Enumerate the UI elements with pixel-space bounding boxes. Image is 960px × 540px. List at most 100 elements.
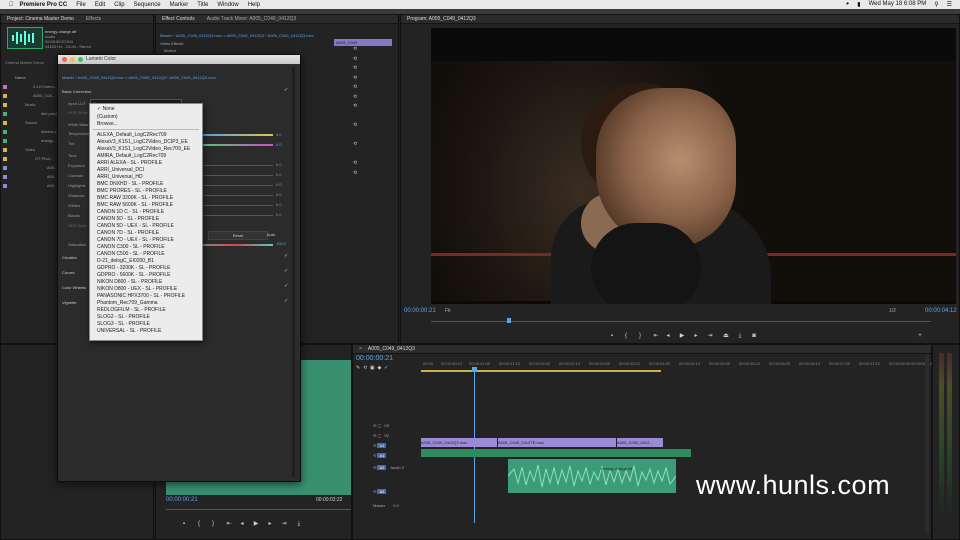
keyframe-reset-column[interactable]: ⟲ ⟲ ⟲ ⟲ ⟲ ⟲ ⟲ ⟲ ⟲ ⟲ ⟲ xyxy=(353,45,359,185)
lut-option[interactable]: CANON 5D - SL - PROFILE xyxy=(97,216,159,222)
menu-sequence[interactable]: Sequence xyxy=(134,2,161,8)
source-marker-button[interactable]: ▪ xyxy=(181,521,187,527)
lut-option-none[interactable]: ✓ None xyxy=(97,106,115,112)
menu-list-icon[interactable]: ☰ xyxy=(947,1,952,8)
lut-option[interactable]: BMC PRORES - SL - PROFILE xyxy=(97,188,167,194)
add-button[interactable]: + xyxy=(917,333,923,339)
lut-option[interactable]: CANON C300 - SL - PROFILE xyxy=(97,244,165,250)
program-timecode-out[interactable]: 00:00:04:12 xyxy=(925,308,957,314)
menu-app[interactable]: Premiere Pro CC xyxy=(20,2,68,8)
close-window-icon[interactable] xyxy=(62,57,67,62)
source-go-out-button[interactable]: ⇥ xyxy=(281,521,287,527)
tab-audio-track-mixer[interactable]: Audio Track Mixer: A005_C049_0412Q3 xyxy=(201,16,303,22)
menu-edit[interactable]: Edit xyxy=(95,2,105,8)
go-to-out-button[interactable]: ⇥ xyxy=(707,333,713,339)
step-forward-button[interactable]: ▸ xyxy=(693,333,699,339)
menu-help[interactable]: Help xyxy=(248,2,260,8)
lut-option[interactable]: ALEXA_Default_LogC2Rec709 xyxy=(97,132,167,138)
track-v1[interactable]: ⟲ V1 xyxy=(353,441,419,450)
lut-option[interactable]: Phantom_Rec709_Gamma xyxy=(97,300,158,306)
step-back-button[interactable]: ◂ xyxy=(665,333,671,339)
basic-correction-header[interactable]: Basic Correction xyxy=(62,89,91,94)
track-v2[interactable]: ⟲ ▢ V2 xyxy=(353,431,419,440)
work-area-bar[interactable] xyxy=(421,370,661,372)
lut-option[interactable]: D-21_delogC_EI0200_B1 xyxy=(97,258,154,264)
exposure-slider[interactable] xyxy=(201,165,273,166)
apple-icon[interactable]:  xyxy=(9,2,14,8)
tab-sequence[interactable]: A005_C049_0412Q3 xyxy=(368,346,421,352)
lift-button[interactable]: ⏏ xyxy=(723,333,729,339)
add-marker-button[interactable]: ▪ xyxy=(609,333,615,339)
play-button[interactable]: ▶ xyxy=(679,333,685,339)
creative-checkbox[interactable]: ✓ xyxy=(284,253,288,259)
tab-program[interactable]: Program: A005_C049_0412Q3 xyxy=(401,16,482,22)
lut-option[interactable]: PANASONIC HPX3700 - SL - PROFILE xyxy=(97,293,185,299)
fit-dropdown[interactable]: Fit xyxy=(445,308,451,314)
lut-option[interactable]: GDPRO - 5600K - SL - PROFILE xyxy=(97,272,170,278)
whites-value[interactable]: 0.0 xyxy=(276,202,282,207)
source-step-back-button[interactable]: ◂ xyxy=(239,521,245,527)
menu-window[interactable]: Window xyxy=(217,2,238,8)
curves-header[interactable]: Curves xyxy=(62,270,75,275)
lut-option[interactable]: AlexaV3_K1S1_LogC2Video_DCIP3_EE xyxy=(97,139,188,145)
temperature-value[interactable]: 0.0 xyxy=(276,132,282,137)
source-step-forward-button[interactable]: ▸ xyxy=(267,521,273,527)
timeline-tools[interactable]: ✎ ⟲ ▣ ◆ ✓ xyxy=(356,365,388,371)
menu-title[interactable]: Title xyxy=(197,2,208,8)
exposure-value[interactable]: 0.0 xyxy=(276,162,282,167)
lut-option[interactable]: CANON 1D C - SL - PROFILE xyxy=(97,209,164,215)
shadows-slider[interactable] xyxy=(201,195,273,196)
lumetri-titlebar[interactable]: Lumetri Color xyxy=(58,55,300,64)
tint-value[interactable]: 0.0 xyxy=(276,142,282,147)
blacks-value[interactable]: 0.0 xyxy=(276,212,282,217)
lut-option[interactable]: UNIVERSAL - SL - PROFILE xyxy=(97,328,161,334)
source-timecode-out[interactable]: 00:00:03:22 xyxy=(316,497,342,503)
track-master[interactable]: Master 0.0 xyxy=(353,501,419,510)
curves-checkbox[interactable]: ✓ xyxy=(284,268,288,274)
lut-option[interactable]: BMC RAW 5600K - SL - PROFILE xyxy=(97,202,173,208)
source-play-button[interactable]: ▶ xyxy=(253,521,259,527)
lut-option[interactable]: SLOG2 - SL - PROFILE xyxy=(97,314,150,320)
lut-option[interactable]: CANON 7D - SL - PROFILE xyxy=(97,230,159,236)
lut-option[interactable]: AlexaV3_K1S1_LogC2Video_Rec709_EE xyxy=(97,146,190,152)
audio-clip-thumbnail[interactable] xyxy=(7,27,43,49)
source-insert-button[interactable]: ⤓ xyxy=(296,521,302,527)
track-a2[interactable]: ⟲ A2 Audio 2 xyxy=(353,463,419,472)
track-a3[interactable]: ⟲ A3 xyxy=(353,487,419,496)
timeline-scrollbar[interactable] xyxy=(925,355,929,533)
lut-option[interactable]: Browse... xyxy=(97,121,118,127)
creative-header[interactable]: Creative xyxy=(62,255,77,260)
basic-correction-checkbox[interactable]: ✓ xyxy=(284,87,288,93)
source-mark-in-button[interactable]: { xyxy=(196,521,202,527)
source-timecode-in[interactable]: 00:00:00:21 xyxy=(166,497,198,503)
program-video-frame[interactable] xyxy=(431,28,956,304)
lut-option[interactable]: BMC RAW 3200K - SL - PROFILE xyxy=(97,195,173,201)
export-frame-button[interactable]: ◙ xyxy=(751,333,757,339)
program-timecode-in[interactable]: 00:00:00:21 xyxy=(404,308,436,314)
whites-slider[interactable] xyxy=(201,205,273,206)
lut-option[interactable]: CANON 7D - UEX - SL - PROFILE xyxy=(97,237,174,243)
video-clip-3[interactable]: A005_C050_0412... xyxy=(617,438,663,447)
lut-option[interactable]: ARRI_Universal_HD xyxy=(97,174,143,180)
audio-clip-a2[interactable] xyxy=(508,459,676,493)
battery-icon[interactable]: ▮ xyxy=(857,1,860,8)
source-go-in-button[interactable]: ⇤ xyxy=(226,521,232,527)
source-scrubber[interactable] xyxy=(166,509,351,510)
tab-effects[interactable]: Effects xyxy=(80,16,107,22)
lumetri-scrollbar[interactable] xyxy=(292,67,295,477)
lut-option[interactable]: ARRI_Universal_DCI xyxy=(97,167,144,173)
contrast-value[interactable]: 0.0 xyxy=(276,172,282,177)
extract-button[interactable]: ⤓ xyxy=(737,333,743,339)
lut-option[interactable]: BMC DNXHD - SL - PROFILE xyxy=(97,181,164,187)
program-scrubber[interactable] xyxy=(431,321,931,322)
lut-option[interactable]: CANON C500 - SL - PROFILE xyxy=(97,251,165,257)
go-to-in-button[interactable]: ⇤ xyxy=(653,333,659,339)
clock[interactable]: Wed May 18 6:08 PM xyxy=(869,1,927,8)
vignette-header[interactable]: Vignette xyxy=(62,300,77,305)
lut-option[interactable]: NIKON D800 - UEX - SL - PROFILE xyxy=(97,286,177,292)
mark-in-button[interactable]: { xyxy=(623,333,629,339)
minimize-window-icon[interactable] xyxy=(70,57,75,62)
zoom-window-icon[interactable] xyxy=(78,57,83,62)
timeline-timecode[interactable]: 00:00:00:21 xyxy=(356,355,393,362)
tint-slider[interactable] xyxy=(201,144,273,146)
